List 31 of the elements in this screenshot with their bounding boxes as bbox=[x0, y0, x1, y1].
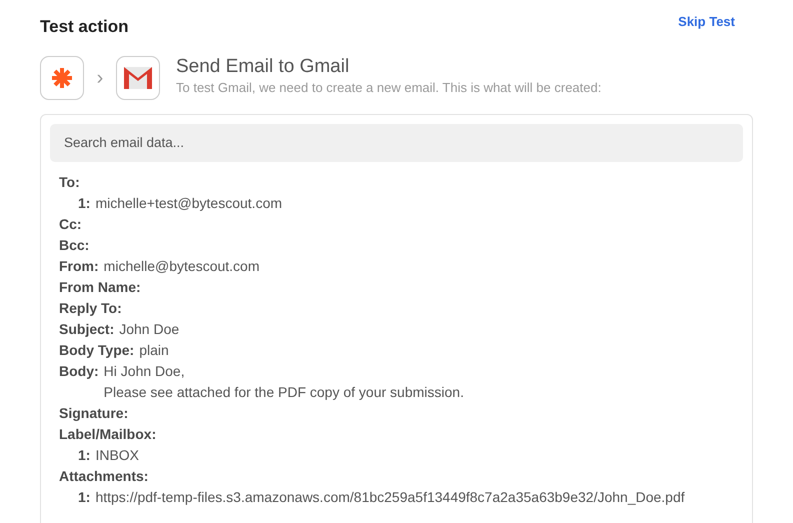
page-title: Test action bbox=[40, 16, 128, 38]
field-label: Attachments: bbox=[59, 466, 148, 486]
step-description: To test Gmail, we need to create a new email. This is what will be created: bbox=[176, 79, 602, 98]
field-label: To: bbox=[59, 172, 80, 192]
field-label: Signature: bbox=[59, 404, 128, 423]
field-label: From Name: bbox=[59, 278, 141, 297]
chevron-icon: › bbox=[84, 62, 116, 92]
asterisk-icon bbox=[51, 66, 73, 88]
field-label: Body: bbox=[59, 362, 99, 381]
field-value: plain bbox=[139, 342, 169, 358]
item-index: 1: bbox=[78, 488, 90, 507]
item-index: 1: bbox=[78, 194, 90, 213]
skip-test-link[interactable]: Skip Test bbox=[678, 12, 735, 32]
step-title: Send Email to Gmail bbox=[176, 57, 350, 78]
field-value: INBOX bbox=[95, 446, 140, 465]
field-label: Label/Mailbox: bbox=[59, 424, 156, 444]
field-value: michelle+test@bytescout.com bbox=[95, 194, 282, 213]
mail-icon bbox=[124, 66, 152, 88]
field-value: Please see attached for the PDF copy of your submission. bbox=[104, 384, 464, 400]
field-label: Subject: bbox=[59, 320, 114, 339]
field-value: John Doe bbox=[119, 320, 180, 337]
field-value: https://pdf-temp-files.s3.amazonaws.com/81bc259a5f13449f8c7a2a35a63b9e32/John_Doe.pdf bbox=[95, 488, 685, 507]
field-label: Body Type: bbox=[59, 340, 134, 360]
item-index: 1: bbox=[78, 446, 90, 465]
field-label: Cc: bbox=[59, 214, 82, 234]
field-value: Hi John Doe, bbox=[104, 362, 185, 379]
field-label: Bcc: bbox=[59, 236, 90, 255]
field-value: michelle@bytescout.com bbox=[104, 258, 260, 274]
search-field[interactable]: Search email data... bbox=[50, 124, 743, 162]
field-label: From: bbox=[59, 256, 99, 276]
field-label: Reply To: bbox=[59, 298, 122, 318]
